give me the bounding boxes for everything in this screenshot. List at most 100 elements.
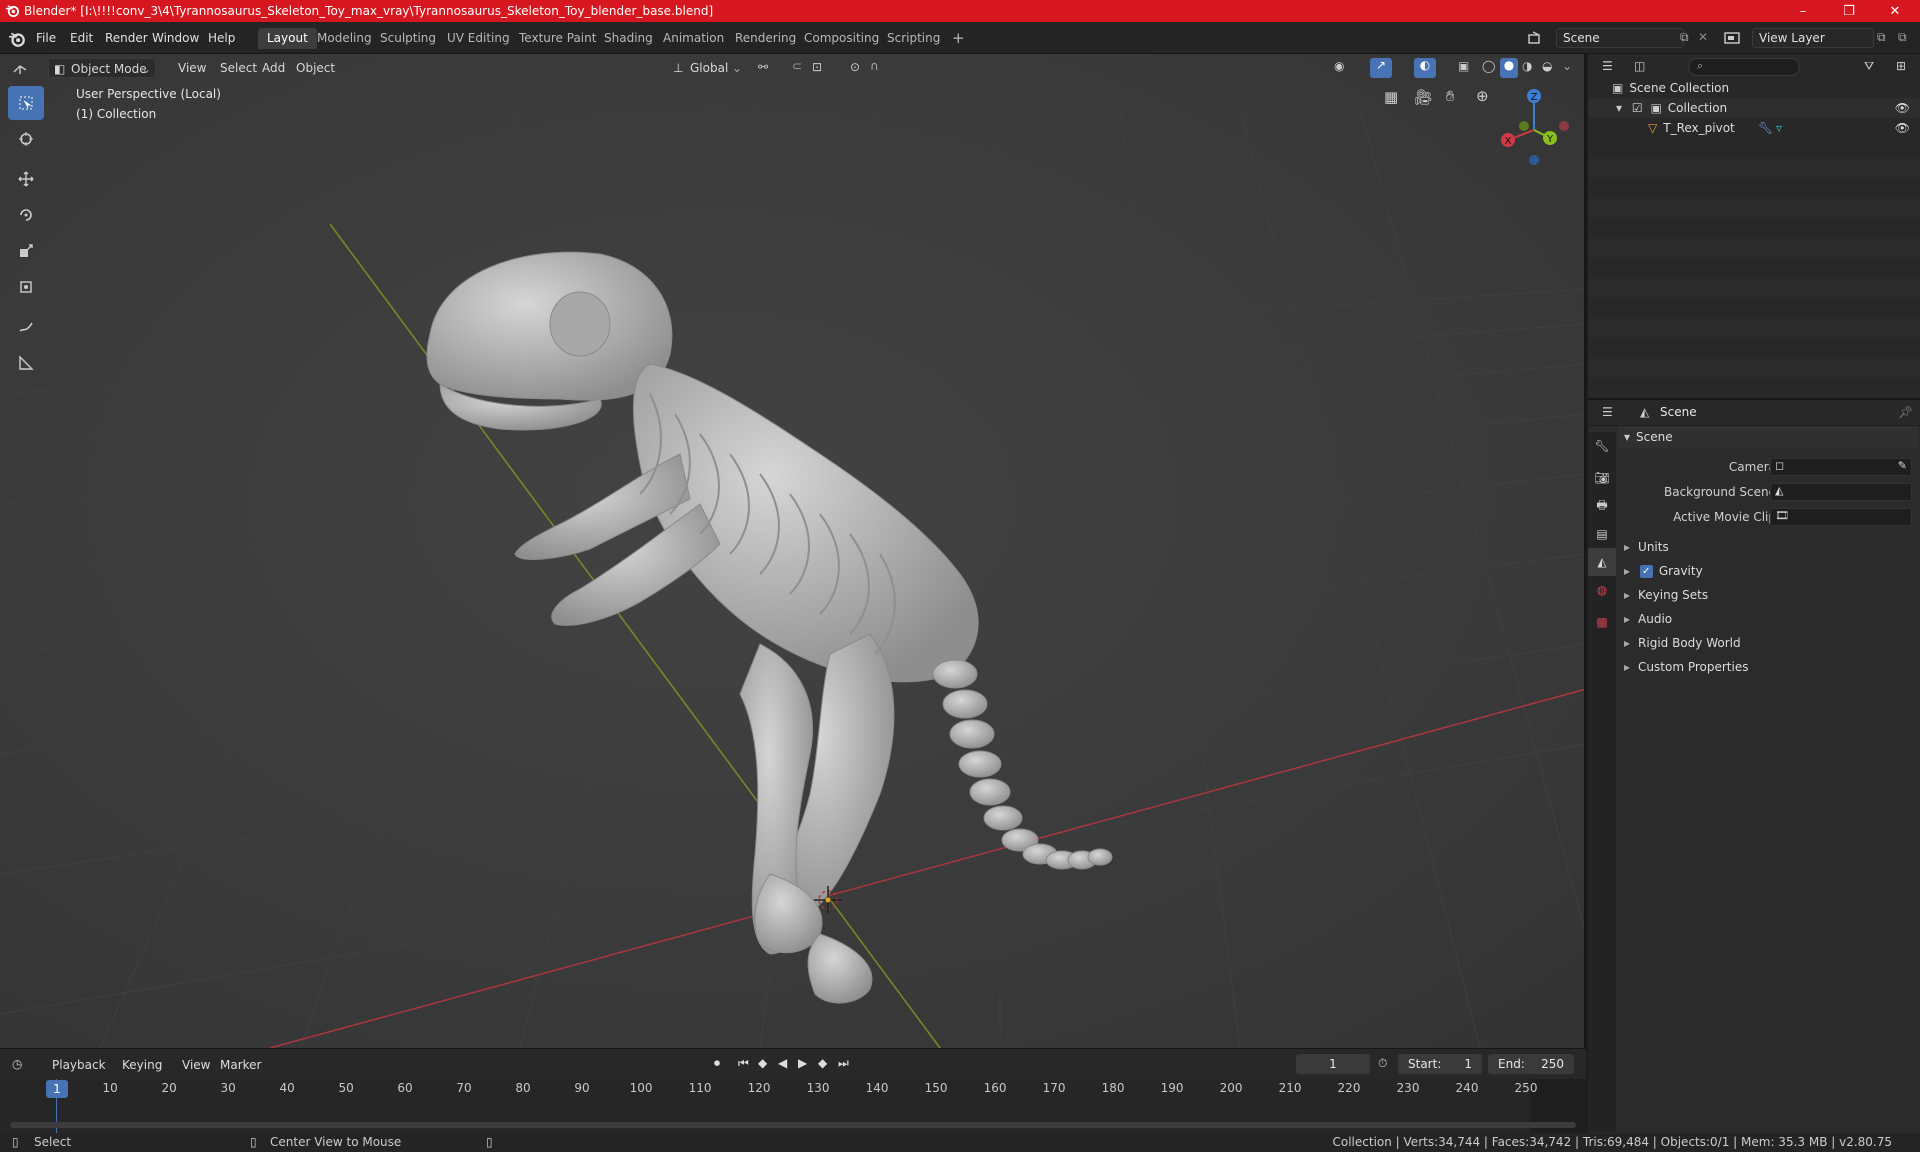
shading-options-chevron-icon[interactable]: ⌄ bbox=[1562, 59, 1572, 73]
properties-editor-type-icon[interactable]: ☰ bbox=[1602, 405, 1613, 419]
remove-scene-icon[interactable]: ✕ bbox=[1698, 30, 1708, 44]
pivot-point-icon[interactable]: ⚯ bbox=[758, 60, 768, 74]
timeline-tick-label: 120 bbox=[747, 1081, 771, 1095]
solid-shading-icon[interactable]: ● bbox=[1500, 58, 1518, 78]
timeline-scrollbar[interactable] bbox=[10, 1122, 1576, 1128]
rendered-shading-icon[interactable]: ◒ bbox=[1542, 59, 1552, 73]
gravity-checkbox[interactable]: ✓ bbox=[1639, 565, 1653, 578]
mode-selector[interactable]: Object Mode ⌄ ◧ bbox=[48, 58, 156, 78]
timeline-tick-label: 200 bbox=[1219, 1081, 1243, 1095]
keying-sets-panel-header[interactable]: ▸ Keying Sets bbox=[1618, 584, 1918, 606]
xray-icon[interactable]: ▣ bbox=[1458, 59, 1469, 73]
mesh-data-icon[interactable]: ▿ bbox=[1776, 118, 1782, 138]
tab-texture[interactable]: ▩ bbox=[1588, 608, 1616, 636]
tab-view-layer[interactable]: ▤ bbox=[1588, 520, 1616, 548]
3d-viewport[interactable]: Object Mode ⌄ ◧ View Select Add Object ⊥… bbox=[0, 54, 1586, 1048]
tab-scripting[interactable]: Scripting bbox=[878, 28, 949, 49]
rotate-tool[interactable] bbox=[8, 198, 44, 232]
tab-tool[interactable]: 🔧︎ bbox=[1588, 432, 1616, 460]
transform-tool[interactable] bbox=[8, 270, 44, 304]
outliner-row-scene-collection[interactable]: ▣ Scene Collection bbox=[1588, 78, 1920, 98]
audio-panel-header[interactable]: ▸ Audio bbox=[1618, 608, 1918, 630]
view-layer-icon[interactable] bbox=[1724, 31, 1742, 45]
eye-icon[interactable]: 👁︎ bbox=[1895, 98, 1910, 118]
tab-rendering[interactable]: Rendering bbox=[726, 28, 805, 49]
tab-texture-paint[interactable]: Texture Paint bbox=[510, 28, 605, 49]
gravity-panel-header[interactable]: ▸ ✓ Gravity bbox=[1618, 560, 1918, 582]
tab-modeling[interactable]: Modeling bbox=[308, 28, 381, 49]
outliner-search-input[interactable]: ⌕ bbox=[1688, 58, 1800, 76]
scene-selector[interactable]: Scene bbox=[1556, 28, 1684, 48]
new-collection-icon[interactable]: ⊞ bbox=[1896, 59, 1906, 73]
material-shading-icon[interactable]: ◑ bbox=[1522, 59, 1532, 73]
visibility-icon[interactable]: ◉ bbox=[1334, 59, 1344, 73]
outliner-row-t-rex-pivot[interactable]: ▽ T_Rex_pivot 🔧︎ ▿ 👁︎ bbox=[1588, 118, 1920, 138]
cursor-tool[interactable] bbox=[8, 122, 44, 156]
menu-window[interactable]: Window bbox=[146, 28, 205, 48]
modifier-wrench-icon[interactable]: 🔧︎ bbox=[1758, 118, 1773, 138]
tab-uv-editing[interactable]: UV Editing bbox=[438, 28, 519, 49]
disclosure-triangle-icon[interactable]: ▾ bbox=[1616, 101, 1622, 115]
copy-view-layer-icon[interactable]: ⧉ bbox=[1877, 30, 1886, 45]
tab-compositing[interactable]: Compositing bbox=[795, 28, 888, 49]
gizmo-toggle-icon[interactable]: ↗ bbox=[1370, 58, 1392, 78]
scene-icon[interactable] bbox=[1528, 31, 1544, 45]
disclosure-triangle-icon: ▸ bbox=[1624, 612, 1631, 626]
tab-scene[interactable]: ◭ bbox=[1588, 548, 1616, 576]
active-movie-clip-field[interactable]: 🎞︎ bbox=[1770, 508, 1912, 526]
select-box-tool[interactable] bbox=[8, 86, 44, 120]
viewport-menu-add[interactable]: Add bbox=[256, 58, 291, 78]
scene-panel-header[interactable]: ▾ Scene bbox=[1618, 426, 1918, 448]
menu-edit[interactable]: Edit bbox=[64, 28, 99, 48]
maximize-button[interactable]: ❐ bbox=[1826, 0, 1872, 22]
snap-target-icon[interactable]: ⊡ bbox=[812, 60, 822, 74]
filter-icon[interactable]: ⛛ bbox=[1864, 59, 1874, 74]
minimize-button[interactable]: – bbox=[1780, 0, 1826, 22]
eyedropper-icon[interactable]: ✎ bbox=[1898, 459, 1907, 472]
outliner-editor-type-icon[interactable]: ☰ bbox=[1602, 59, 1613, 73]
viewport-menu-object[interactable]: Object bbox=[290, 58, 341, 78]
annotate-tool[interactable] bbox=[8, 310, 44, 344]
camera-view-icon[interactable]: 🎥︎ bbox=[1414, 88, 1433, 106]
units-panel-header[interactable]: ▸ Units bbox=[1618, 536, 1918, 558]
blender-menu-icon[interactable] bbox=[8, 30, 26, 48]
zoom-icon[interactable]: ⊕ bbox=[1476, 87, 1489, 105]
falloff-icon[interactable]: ∩ bbox=[870, 59, 879, 73]
remove-view-layer-icon[interactable]: ⧉ bbox=[1898, 30, 1907, 45]
camera-field[interactable]: ◻ ✎ bbox=[1770, 458, 1912, 476]
overlay-toggle-icon[interactable]: ◐ bbox=[1414, 58, 1436, 78]
navigation-gizmo[interactable]: Z Y X bbox=[1494, 86, 1572, 166]
tab-world[interactable]: ◍ bbox=[1588, 576, 1616, 604]
custom-properties-panel-header[interactable]: ▸ Custom Properties bbox=[1618, 656, 1918, 678]
add-workspace-button[interactable]: + bbox=[943, 28, 974, 49]
view-layer-selector[interactable]: View Layer bbox=[1752, 28, 1874, 48]
transform-orientation-selector[interactable]: ⊥ Global ⌄ bbox=[670, 58, 746, 78]
tab-sculpting[interactable]: Sculpting bbox=[371, 28, 445, 49]
tab-animation[interactable]: Animation bbox=[654, 28, 733, 49]
pin-icon[interactable]: 📌︎ bbox=[1898, 405, 1913, 419]
measure-tool[interactable] bbox=[8, 346, 44, 380]
units-panel-title: Units bbox=[1638, 540, 1669, 554]
tab-shading[interactable]: Shading bbox=[595, 28, 662, 49]
eye-icon[interactable]: 👁︎ bbox=[1895, 118, 1910, 138]
playhead-frame-badge[interactable]: 1 bbox=[46, 1080, 68, 1098]
proportional-edit-icon[interactable]: ⊙ bbox=[850, 60, 860, 74]
checkbox-icon[interactable]: ☑ bbox=[1632, 101, 1643, 115]
copy-scene-icon[interactable]: ⧉ bbox=[1680, 30, 1689, 45]
outliner-row-collection[interactable]: ▾ ☑ ▣ Collection 👁︎ bbox=[1588, 98, 1920, 118]
viewport-menu-view[interactable]: View bbox=[172, 58, 212, 78]
texture-checker-icon: ▩ bbox=[1596, 615, 1608, 629]
display-mode-icon[interactable]: ◫ bbox=[1634, 59, 1645, 73]
wireframe-shading-icon[interactable]: ◯ bbox=[1482, 59, 1495, 73]
scale-tool[interactable] bbox=[8, 234, 44, 268]
rigid-body-world-panel-header[interactable]: ▸ Rigid Body World bbox=[1618, 632, 1918, 654]
menu-file[interactable]: File bbox=[30, 28, 62, 48]
snap-icon[interactable]: ⊂ bbox=[792, 59, 802, 73]
toggle-camera-grid-icon[interactable]: ▦ bbox=[1384, 88, 1398, 106]
pan-hand-icon[interactable]: ✋︎ bbox=[1446, 87, 1455, 105]
background-scene-field[interactable]: ◭ bbox=[1770, 483, 1912, 501]
close-button[interactable]: ✕ bbox=[1872, 0, 1918, 22]
menu-help[interactable]: Help bbox=[202, 28, 241, 48]
move-tool[interactable] bbox=[8, 162, 44, 196]
editor-type-icon[interactable] bbox=[12, 62, 30, 76]
